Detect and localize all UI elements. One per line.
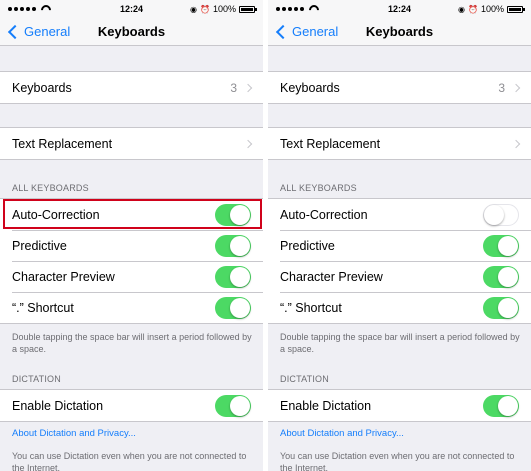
- enable-dictation-row: Enable Dictation: [0, 390, 263, 421]
- shortcut-footer-note: Double tapping the space bar will insert…: [12, 332, 252, 354]
- row-label: Character Preview: [280, 269, 383, 284]
- chevron-right-icon: [243, 83, 253, 92]
- navigation-bar: General Keyboards: [0, 18, 263, 46]
- section-header-all-keyboards: ALL KEYBOARDS: [280, 183, 357, 193]
- chevron-right-icon: [511, 83, 521, 92]
- text-replacement-group: Text Replacement: [0, 127, 263, 160]
- settings-screen-left: 12:24 ◉ ⏰ 100% General Keyboards Keyboar…: [0, 0, 263, 471]
- settings-screen-right: 12:24 ◉ ⏰ 100% General Keyboards Keyboar…: [268, 0, 531, 471]
- enable-dictation-toggle[interactable]: [215, 394, 251, 417]
- predictive-toggle[interactable]: [483, 234, 519, 257]
- row-label: Text Replacement: [12, 136, 113, 151]
- character-preview-row: Character Preview: [0, 261, 263, 292]
- predictive-row: Predictive: [0, 230, 263, 261]
- text-replacement-row[interactable]: Text Replacement: [268, 128, 531, 159]
- section-header-all-keyboards: ALL KEYBOARDS: [12, 183, 89, 193]
- status-bar: 12:24 ◉ ⏰ 100%: [0, 0, 263, 18]
- row-label: Predictive: [12, 238, 67, 253]
- keyboards-row[interactable]: Keyboards 3: [0, 72, 263, 103]
- row-label: Character Preview: [12, 269, 115, 284]
- predictive-row: Predictive: [268, 230, 531, 261]
- period-shortcut-toggle[interactable]: [215, 296, 251, 319]
- keyboards-group: Keyboards 3: [0, 71, 263, 104]
- text-replacement-group: Text Replacement: [268, 127, 531, 160]
- enable-dictation-row: Enable Dictation: [268, 390, 531, 421]
- auto-correction-row: Auto-Correction: [0, 199, 263, 230]
- battery-icon: [239, 5, 257, 13]
- character-preview-toggle[interactable]: [483, 265, 519, 288]
- chevron-right-icon: [243, 139, 253, 148]
- back-button[interactable]: General: [6, 24, 70, 39]
- keyboards-group: Keyboards 3: [268, 71, 531, 104]
- row-label: Text Replacement: [280, 136, 381, 151]
- chevron-left-icon: [275, 24, 291, 39]
- period-shortcut-row: “.” Shortcut: [268, 292, 531, 323]
- dictation-group: Enable Dictation: [268, 389, 531, 422]
- all-keyboards-group: Auto-Correction Predictive Character Pre…: [0, 198, 263, 324]
- row-label: “.” Shortcut: [12, 300, 74, 315]
- keyboards-count: 3: [498, 80, 505, 95]
- auto-correction-toggle[interactable]: [483, 203, 519, 226]
- section-header-dictation: DICTATION: [280, 374, 329, 384]
- keyboards-row[interactable]: Keyboards 3: [268, 72, 531, 103]
- auto-correction-row: Auto-Correction: [268, 199, 531, 230]
- shortcut-footer-note: Double tapping the space bar will insert…: [280, 332, 520, 354]
- chevron-right-icon: [511, 139, 521, 148]
- row-label: “.” Shortcut: [280, 300, 342, 315]
- character-preview-row: Character Preview: [268, 261, 531, 292]
- row-label: Auto-Correction: [12, 207, 100, 222]
- status-time: 12:24: [119, 4, 144, 14]
- enable-dictation-toggle[interactable]: [483, 394, 519, 417]
- dictation-footer-note: You can use Dictation even when you are …: [280, 451, 515, 471]
- status-bar: 12:24 ◉ ⏰ 100%: [268, 0, 531, 18]
- dictation-footer-note: You can use Dictation even when you are …: [12, 451, 247, 471]
- back-button[interactable]: General: [274, 24, 338, 39]
- auto-correction-toggle[interactable]: [215, 203, 251, 226]
- period-shortcut-row: “.” Shortcut: [0, 292, 263, 323]
- character-preview-toggle[interactable]: [215, 265, 251, 288]
- about-dictation-link[interactable]: About Dictation and Privacy...: [280, 428, 404, 439]
- all-keyboards-group: Auto-Correction Predictive Character Pre…: [268, 198, 531, 324]
- section-header-dictation: DICTATION: [12, 374, 61, 384]
- dictation-group: Enable Dictation: [0, 389, 263, 422]
- period-shortcut-toggle[interactable]: [483, 296, 519, 319]
- back-label: General: [292, 24, 339, 39]
- chevron-left-icon: [7, 24, 23, 39]
- row-label: Predictive: [280, 238, 335, 253]
- back-label: General: [24, 24, 71, 39]
- row-label: Enable Dictation: [12, 398, 104, 413]
- navigation-bar: General Keyboards: [268, 18, 531, 46]
- keyboards-count: 3: [230, 80, 237, 95]
- row-label: Keyboards: [12, 80, 72, 95]
- row-label: Auto-Correction: [280, 207, 368, 222]
- row-label: Enable Dictation: [280, 398, 372, 413]
- predictive-toggle[interactable]: [215, 234, 251, 257]
- battery-icon: [507, 5, 525, 13]
- status-time: 12:24: [387, 4, 412, 14]
- row-label: Keyboards: [280, 80, 340, 95]
- about-dictation-link[interactable]: About Dictation and Privacy...: [12, 428, 136, 439]
- text-replacement-row[interactable]: Text Replacement: [0, 128, 263, 159]
